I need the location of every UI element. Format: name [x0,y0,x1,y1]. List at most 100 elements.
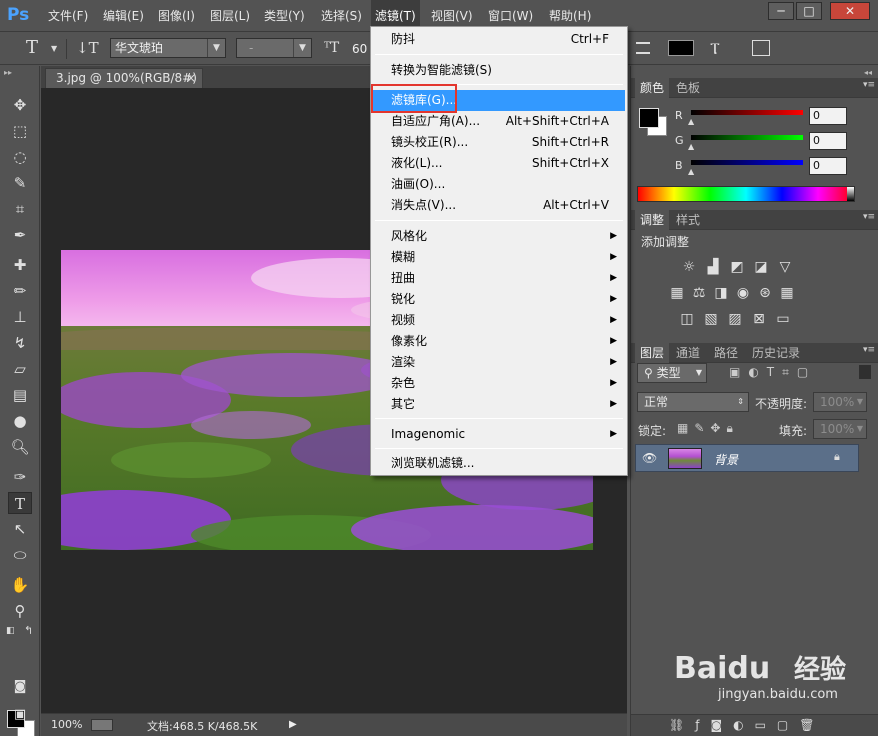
collapse-icon[interactable]: ▸▸ [4,68,12,77]
foreground-color-swatch[interactable] [639,108,659,128]
character-panel-icon[interactable] [752,40,770,56]
slider-r[interactable] [691,110,803,115]
quick-select-tool-icon[interactable]: ✎ [8,172,32,194]
eye-icon[interactable]: 👁︎ [642,451,657,465]
screen-mode-icon[interactable]: ▣ [8,704,32,726]
gradient-tool-icon[interactable]: ▤ [8,384,32,406]
layer-actions-icons[interactable]: ⛓ƒ◙◐▭▢🗑︎ [669,718,825,732]
lock-icons[interactable]: ▦✎✥🔒︎ [677,421,739,436]
menu-item-shake-reduction[interactable]: 防抖 Ctrl+F [373,29,625,50]
layer-name[interactable]: 背景 [714,451,738,468]
default-colors-icon[interactable]: ◧ [6,626,15,636]
tab-channels[interactable]: 通道 [671,343,705,363]
menu-item-convert-smart-filters[interactable]: 转换为智能滤镜(S) [373,60,625,81]
layer-filter-icons[interactable]: ▣◐T⌗▢ [729,365,816,380]
opacity-input[interactable]: 100% ▼ [813,392,867,412]
zoom-tool-icon[interactable]: ⚲ [8,600,32,622]
document-tab[interactable]: 3.jpg @ 100%(RGB/8#) × [45,68,203,88]
menu-item-other[interactable]: 其它 ▶ [373,394,625,415]
maximize-button[interactable]: □ [796,2,822,20]
channel-mixer-icon[interactable]: ⊛ [755,284,775,302]
slider-b[interactable] [691,160,803,165]
tab-swatches[interactable]: 色板 [671,78,705,98]
hue-saturation-icon[interactable]: ▦ [667,284,687,302]
menu-item-oil-paint[interactable]: 油画(O)... [373,174,625,195]
close-button[interactable]: ✕ [830,2,870,20]
quick-mask-icon[interactable]: ◙ [8,676,32,698]
menu-layer[interactable]: 图层(L) [206,0,254,32]
eyedropper-tool-icon[interactable]: ✒ [8,224,32,246]
menu-item-noise[interactable]: 杂色 ▶ [373,373,625,394]
clone-stamp-tool-icon[interactable]: ⊥ [8,306,32,328]
text-orientation-icon[interactable]: ↓T [76,39,99,57]
swap-colors-icon[interactable]: ↰ [24,624,33,637]
type-tool-icon[interactable]: T [8,492,32,514]
slider-handle-icon[interactable]: ▲ [688,167,694,176]
blur-tool-icon[interactable]: ● [8,410,32,432]
tab-adjustments[interactable]: 调整 [635,210,670,230]
tab-styles[interactable]: 样式 [671,210,705,230]
value-r[interactable]: 0 [809,107,847,125]
color-balance-icon[interactable]: ⚖ [689,284,709,302]
spectrum-bw-strip[interactable] [847,187,854,201]
tab-paths[interactable]: 路径 [709,343,743,363]
menu-item-pixelate[interactable]: 像素化 ▶ [373,331,625,352]
tool-preset-chevron-icon[interactable]: ▼ [51,44,57,53]
text-color-swatch[interactable] [668,40,694,56]
warp-text-icon[interactable]: Ⲧ [710,39,720,59]
blend-mode-select[interactable]: 正常 ⇕ [637,392,749,412]
brush-tool-icon[interactable]: ✏ [8,280,32,302]
menu-select[interactable]: 选择(S) [317,0,366,32]
crop-tool-icon[interactable]: ⌗ [8,198,32,220]
selective-color-icon[interactable]: ⊠ [749,310,769,328]
menu-item-sharpen[interactable]: 锐化 ▶ [373,289,625,310]
path-select-tool-icon[interactable]: ↖ [8,518,32,540]
hand-tool-icon[interactable]: ✋ [8,574,32,596]
brightness-icon[interactable]: ☼ [679,258,699,276]
menu-item-stylize[interactable]: 风格化 ▶ [373,226,625,247]
black-white-icon[interactable]: ◨ [711,284,731,302]
gradient-map-icon[interactable]: ▭ [773,310,793,328]
minimize-button[interactable]: ─ [768,2,794,20]
filter-toggle[interactable] [859,365,871,379]
font-family-select[interactable]: 华文琥珀 ▼ [110,38,226,58]
slider-handle-icon[interactable]: ▲ [688,142,694,151]
value-b[interactable]: 0 [809,157,847,175]
panel-menu-icon[interactable]: ▾≡ [863,212,875,222]
status-menu-arrow-icon[interactable]: ▶ [289,719,297,730]
exposure-icon[interactable]: ◪ [751,258,771,276]
type-tool-icon[interactable]: T [26,37,38,58]
menu-item-render[interactable]: 渲染 ▶ [373,352,625,373]
levels-icon[interactable]: ▟ [703,258,723,276]
close-icon[interactable]: × [186,69,196,87]
marquee-tool-icon[interactable]: ⬚ [8,120,32,142]
photo-filter-icon[interactable]: ◉ [733,284,753,302]
menu-item-blur[interactable]: 模糊 ▶ [373,247,625,268]
tab-layers[interactable]: 图层 [635,343,670,363]
lasso-tool-icon[interactable]: ◌ [8,146,32,168]
value-g[interactable]: 0 [809,132,847,150]
slider-handle-icon[interactable]: ▲ [688,117,694,126]
panel-menu-icon[interactable]: ▾≡ [863,345,875,355]
ellipse-tool-icon[interactable]: ⬭ [8,544,32,566]
tab-color[interactable]: 颜色 [635,78,670,98]
menu-file[interactable]: 文件(F) [44,0,92,32]
menu-item-vanishing-point[interactable]: 消失点(V)... Alt+Ctrl+V [373,195,625,216]
menu-item-liquify[interactable]: 液化(L)... Shift+Ctrl+X [373,153,625,174]
menu-type[interactable]: 类型(Y) [260,0,309,32]
posterize-icon[interactable]: ▧ [701,310,721,328]
layer-filter-select[interactable]: ⚲ 类型 ▼ [637,363,707,383]
menu-item-imagenomic[interactable]: Imagenomic ▶ [373,424,625,445]
panel-menu-icon[interactable]: ▾≡ [863,80,875,90]
color-spectrum-bar[interactable] [637,186,855,202]
sheet-icon[interactable] [91,719,113,731]
collapse-icon[interactable]: ◂◂ [864,68,872,77]
font-style-select[interactable]: - ▼ [236,38,312,58]
move-tool-icon[interactable]: ✥ [8,94,32,116]
menu-item-browse-filters-online[interactable]: 浏览联机滤镜... [373,453,625,474]
menu-image[interactable]: 图像(I) [154,0,199,32]
zoom-level[interactable]: 100% [51,718,82,731]
dodge-tool-icon[interactable]: 🔍︎ [8,436,32,458]
fill-input[interactable]: 100% ▼ [813,419,867,439]
slider-g[interactable] [691,135,803,140]
